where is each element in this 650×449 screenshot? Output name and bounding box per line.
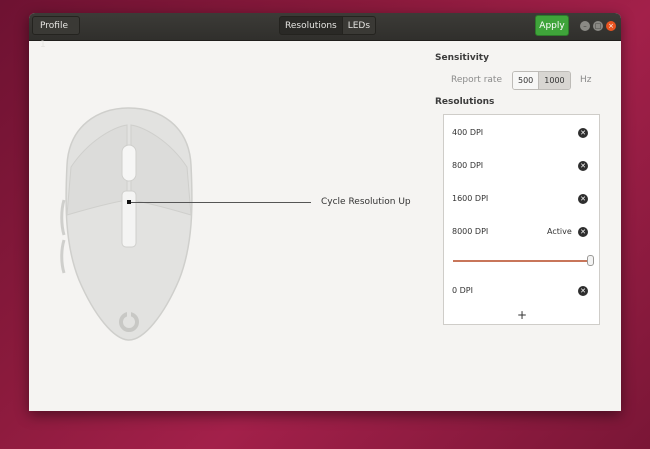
dpi-slider-handle[interactable]	[587, 255, 594, 266]
resolution-label: 0 DPI	[452, 286, 473, 295]
resolution-label: 800 DPI	[452, 161, 484, 170]
active-badge: Active	[547, 227, 572, 236]
resolution-row[interactable]: 0 DPI ✕	[452, 285, 592, 299]
remove-icon[interactable]: ✕	[578, 286, 588, 296]
callout-line	[131, 202, 311, 203]
rate-500-button[interactable]: 500	[513, 72, 539, 89]
resolution-row-active[interactable]: 8000 DPI Active ✕	[452, 226, 592, 240]
profile-button[interactable]: Profile 1	[32, 16, 80, 50]
tab-group: Resolutions LEDs	[279, 16, 377, 35]
resolutions-list: 400 DPI ✕ 800 DPI ✕ 1600 DPI ✕ 8000 DPI …	[443, 114, 600, 325]
report-rate-toggle: 500 1000	[512, 71, 571, 90]
resolution-row[interactable]: 400 DPI ✕	[452, 127, 592, 141]
resolutions-title: Resolutions	[435, 97, 495, 107]
remove-icon[interactable]: ✕	[578, 128, 588, 138]
resolution-label: 8000 DPI	[452, 227, 489, 236]
piper-window: Profile 1 Resolutions LEDs Apply – □ × C…	[29, 13, 621, 411]
titlebar: Profile 1 Resolutions LEDs Apply – □ ×	[29, 13, 621, 50]
tab-leds[interactable]: LEDs	[342, 16, 377, 35]
apply-button[interactable]: Apply	[535, 15, 569, 36]
close-icon[interactable]: ×	[606, 21, 616, 31]
tab-resolutions[interactable]: Resolutions	[279, 16, 343, 35]
minimize-icon[interactable]: –	[580, 21, 590, 31]
remove-icon[interactable]: ✕	[578, 227, 588, 237]
report-rate-label: Report rate	[451, 75, 502, 85]
add-icon[interactable]: +	[515, 308, 529, 322]
button-mapping-label[interactable]: Cycle Resolution Up	[321, 197, 411, 207]
dpi-slider-track[interactable]	[453, 260, 590, 262]
mouse-illustration	[60, 107, 193, 341]
resolution-label: 1600 DPI	[452, 194, 489, 203]
maximize-icon[interactable]: □	[593, 21, 603, 31]
hz-unit-label: Hz	[580, 75, 592, 85]
resolution-row[interactable]: 800 DPI ✕	[452, 160, 592, 174]
rate-1000-button[interactable]: 1000	[538, 72, 570, 89]
remove-icon[interactable]: ✕	[578, 161, 588, 171]
remove-icon[interactable]: ✕	[578, 194, 588, 204]
resolution-row[interactable]: 1600 DPI ✕	[452, 193, 592, 207]
sensitivity-title: Sensitivity	[435, 53, 489, 63]
resolution-label: 400 DPI	[452, 128, 484, 137]
